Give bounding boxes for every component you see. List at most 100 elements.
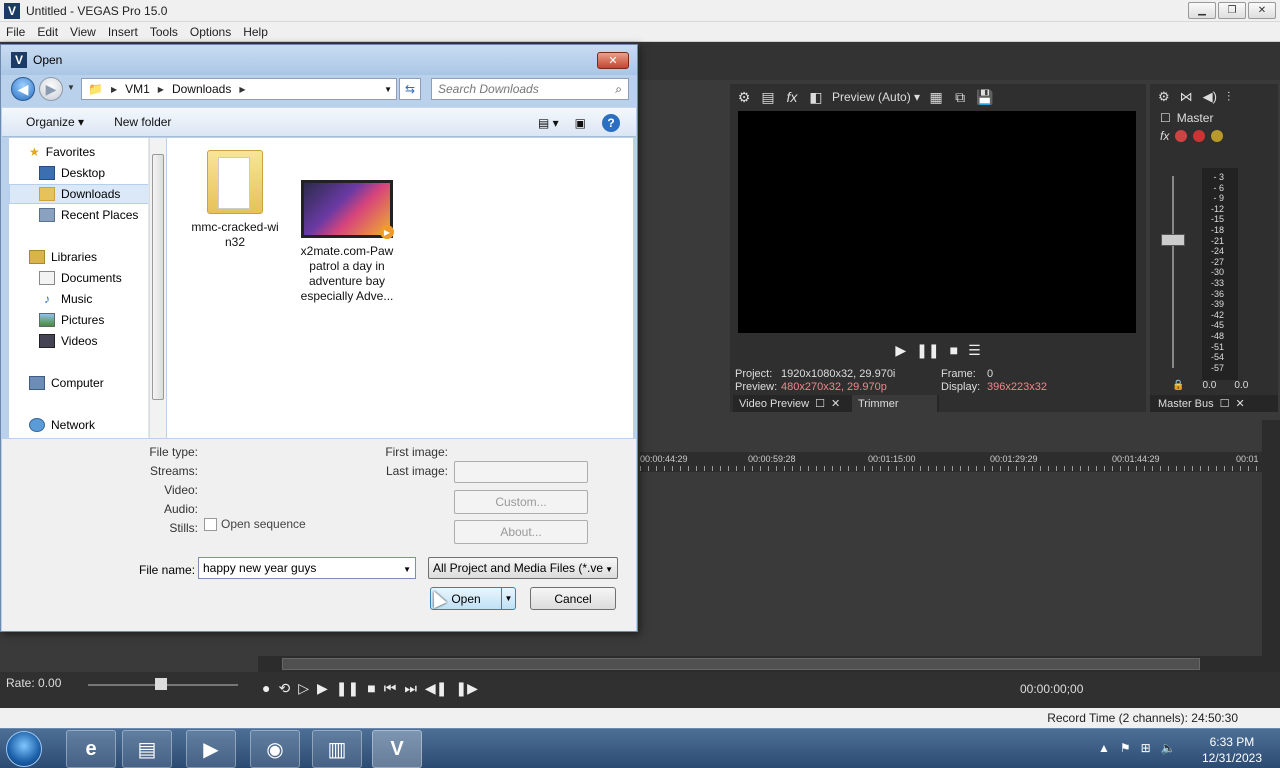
rate-slider-handle[interactable]	[155, 678, 167, 690]
fx-icon[interactable]: fx	[784, 89, 800, 105]
scrollbar-thumb[interactable]	[152, 154, 164, 400]
chevron-down-icon[interactable]: ▼	[605, 565, 613, 574]
refresh-button[interactable]: ⇆	[399, 78, 421, 100]
chevron-right-icon[interactable]: ▶	[111, 85, 117, 94]
pause-icon[interactable]: ❚❚	[916, 342, 939, 359]
stop-icon[interactable]: ■	[367, 680, 375, 697]
mixer-icon[interactable]: ⫶	[1227, 89, 1230, 105]
clock[interactable]: 6:33 PM 12/31/2023	[1202, 734, 1262, 766]
forward-button[interactable]: ▶	[39, 77, 63, 101]
nav-desktop[interactable]: Desktop	[39, 163, 105, 183]
record-icon[interactable]: ●	[262, 680, 270, 697]
checkbox-icon[interactable]: ☐	[1160, 111, 1171, 125]
menu-icon[interactable]: ☰	[968, 342, 981, 359]
nav-music[interactable]: ♪ Music	[39, 289, 92, 309]
change-view-icon[interactable]: ▤ ▾	[538, 116, 559, 130]
save-snapshot-icon[interactable]: 💾	[976, 89, 993, 105]
tab-trimmer[interactable]: Trimmer	[852, 395, 937, 412]
nav-downloads[interactable]: Downloads	[9, 184, 148, 204]
mute-dot-icon[interactable]	[1193, 130, 1206, 142]
timeline-track-area[interactable]	[640, 472, 1260, 654]
file-name-input[interactable]: happy new year guys ▼	[198, 557, 416, 579]
menu-help[interactable]: Help	[237, 25, 274, 39]
menu-tools[interactable]: Tools	[144, 25, 184, 39]
nav-libraries[interactable]: Libraries	[29, 247, 97, 267]
volume-icon[interactable]: 🔈	[1161, 741, 1176, 755]
file-list[interactable]: mmc-cracked-wi n32 ▶ x2mate.com-Paw patr…	[167, 138, 633, 438]
dialog-title-bar[interactable]: V Open	[1, 45, 637, 75]
nav-favorites[interactable]: ★ Favorites	[29, 142, 95, 162]
stop-icon[interactable]: ■	[950, 342, 958, 358]
file-explorer-icon[interactable]: ▤	[122, 730, 172, 768]
gear-icon[interactable]: ⚙	[736, 89, 752, 105]
help-icon[interactable]: ?	[602, 114, 620, 132]
vegas-taskbar-icon[interactable]: V	[372, 730, 422, 768]
chevron-right-icon[interactable]: ▶	[239, 85, 245, 94]
checkbox-icon[interactable]	[204, 517, 217, 531]
chevron-right-icon[interactable]: ▶	[158, 85, 164, 94]
open-options-dropdown[interactable]: ▼	[501, 588, 515, 609]
close-icon[interactable]: ✕	[1236, 397, 1245, 410]
nav-documents[interactable]: Documents	[39, 268, 122, 288]
timeline-horizontal-scrollbar[interactable]	[258, 656, 1280, 672]
menu-view[interactable]: View	[64, 25, 102, 39]
winrar-icon[interactable]: ▥	[312, 730, 362, 768]
preview-quality-dropdown[interactable]: Preview (Auto) ▾	[832, 90, 920, 104]
menu-edit[interactable]: Edit	[31, 25, 64, 39]
media-player-icon[interactable]: ▶	[186, 730, 236, 768]
split-screen-icon[interactable]: ◧	[808, 89, 824, 105]
chevron-down-icon[interactable]: ▼	[384, 85, 392, 94]
next-frame-icon[interactable]: ❚▶	[455, 680, 478, 697]
chevron-down-icon[interactable]: ▼	[403, 565, 411, 574]
menu-options[interactable]: Options	[184, 25, 237, 39]
fx-icon[interactable]: fx	[1160, 129, 1169, 143]
nav-network[interactable]: Network	[29, 415, 95, 435]
gear-icon[interactable]: ⚙	[1158, 89, 1170, 105]
start-button[interactable]	[6, 731, 42, 767]
mute-icon[interactable]: ⋈	[1180, 89, 1193, 105]
fx-chain-icon[interactable]	[1175, 130, 1188, 142]
breadcrumb-downloads[interactable]: Downloads	[172, 82, 231, 96]
breadcrumb-vm1[interactable]: VM1	[125, 82, 150, 96]
file-type-filter-select[interactable]: All Project and Media Files (*.ve ▼	[428, 557, 618, 579]
device-icon[interactable]: ▤	[760, 89, 776, 105]
close-button[interactable]: ✕	[1248, 2, 1276, 19]
nav-videos[interactable]: Videos	[39, 331, 97, 351]
lock-icon[interactable]: 🔒	[1172, 380, 1184, 391]
dialog-close-button[interactable]: ✕	[597, 52, 629, 69]
nav-computer[interactable]: Computer	[29, 373, 104, 393]
loop-icon[interactable]: ⟲	[278, 680, 290, 697]
play-icon[interactable]: ▶	[317, 680, 328, 697]
internet-explorer-icon[interactable]: e	[66, 730, 116, 768]
recent-locations-dropdown[interactable]: ▼	[67, 83, 75, 92]
tab-master-bus[interactable]: Master Bus ☐ ✕	[1150, 395, 1278, 412]
back-button[interactable]: ◀	[11, 77, 35, 101]
play-from-start-icon[interactable]: ▷	[298, 680, 309, 697]
dock-icon[interactable]: ☐	[1220, 397, 1230, 410]
scrollbar-thumb[interactable]	[282, 658, 1200, 670]
previous-frame-icon[interactable]: ◀❚	[425, 680, 448, 697]
search-input[interactable]: Search Downloads ⌕	[431, 78, 629, 100]
copy-snapshot-icon[interactable]: ⧉	[952, 89, 968, 105]
organize-button[interactable]: Organize ▾	[26, 115, 84, 129]
network-icon[interactable]: ⊞	[1141, 741, 1151, 755]
nav-recent-places[interactable]: Recent Places	[39, 205, 138, 225]
play-icon[interactable]: ▶	[895, 342, 906, 359]
file-item-folder[interactable]: mmc-cracked-wi n32	[185, 142, 285, 250]
navigation-scrollbar[interactable]	[149, 138, 166, 438]
nav-pictures[interactable]: Pictures	[39, 310, 104, 330]
dock-icon[interactable]: ☐	[815, 397, 825, 410]
cancel-button[interactable]: Cancel	[530, 587, 616, 610]
speaker-icon[interactable]: ◀)	[1203, 89, 1217, 105]
search-icon[interactable]: ⌕	[615, 82, 622, 97]
minimize-button[interactable]: ▁	[1188, 2, 1216, 19]
breadcrumb[interactable]: 📁 ▶ VM1 ▶ Downloads ▶ ▼	[81, 78, 397, 100]
go-to-start-icon[interactable]: ⏮	[384, 680, 397, 697]
timeline-ruler[interactable]: 00:00:44:29 00:00:59:28 00:01:15:00 00:0…	[640, 452, 1280, 472]
grid-icon[interactable]: ▦	[928, 89, 944, 105]
menu-file[interactable]: File	[0, 25, 31, 39]
file-item-video[interactable]: ▶ x2mate.com-Paw patrol a day in adventu…	[297, 180, 397, 304]
master-fader-handle[interactable]	[1161, 234, 1185, 246]
show-hidden-icon[interactable]: ▲	[1098, 741, 1110, 755]
new-folder-button[interactable]: New folder	[114, 115, 171, 129]
